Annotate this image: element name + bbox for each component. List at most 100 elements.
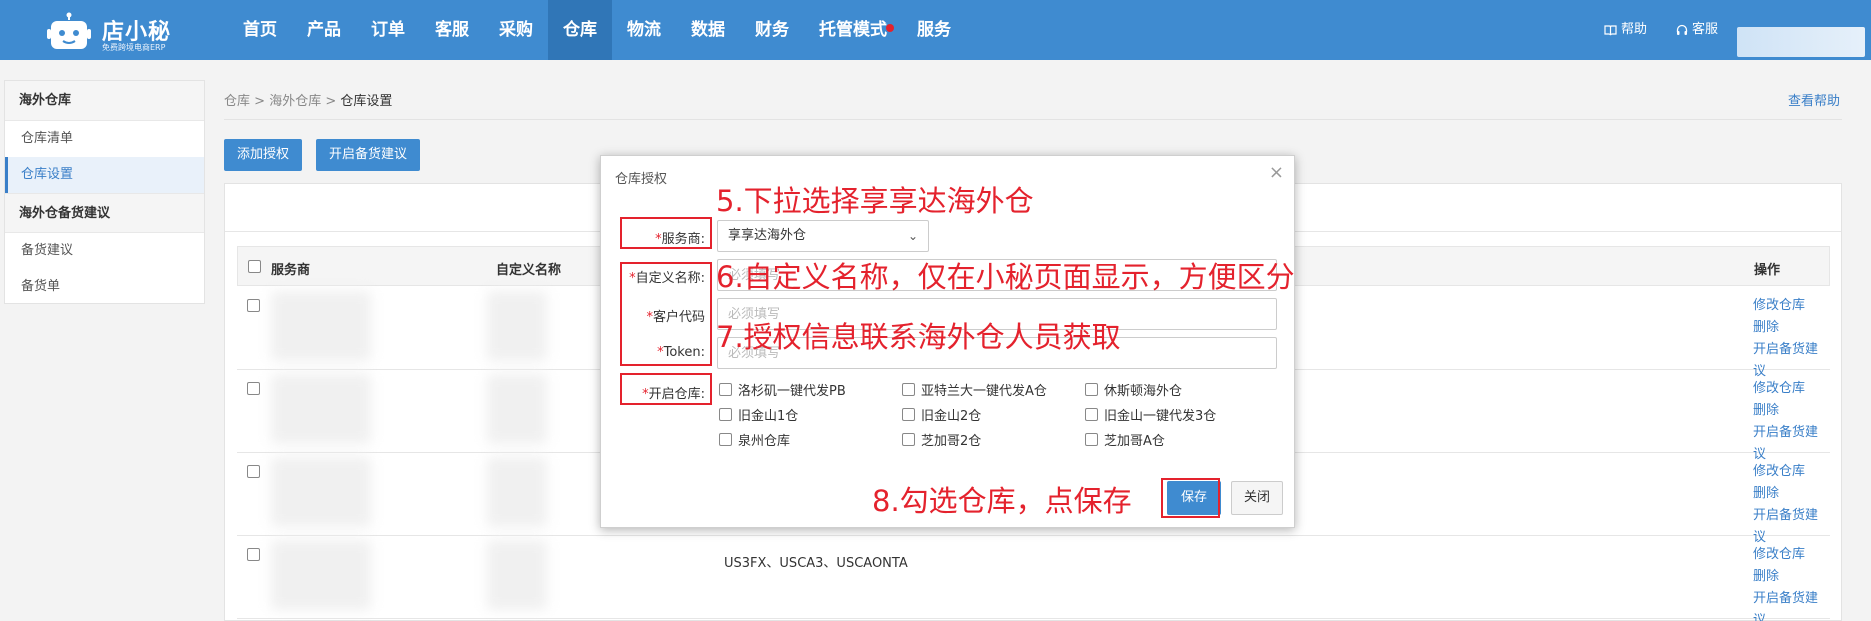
nav-logistics[interactable]: 物流 [612, 0, 676, 60]
provider-select[interactable]: 享享达海外仓 ⌄ [717, 220, 929, 252]
row-checkbox[interactable] [247, 465, 260, 478]
col-custom-name: 自定义名称 [496, 263, 562, 278]
warehouse-name: 旧金山一键代发3仓 [1104, 409, 1217, 424]
warehouse-name: 亚特兰大一键代发A仓 [921, 384, 1047, 399]
checkbox-box [902, 383, 915, 396]
row-checkbox[interactable] [247, 548, 260, 561]
close-icon[interactable]: × [1269, 162, 1284, 183]
checkbox-box [719, 433, 732, 446]
warehouse-checkbox[interactable]: 洛杉矶一键代发PB [719, 380, 846, 399]
blurred-provider [271, 374, 371, 444]
nav-customer-service[interactable]: 客服 [420, 0, 484, 60]
edit-warehouse-link[interactable]: 修改仓库 [1753, 378, 1830, 400]
nav-hosting[interactable]: 托管模式 [804, 0, 902, 60]
warehouse-name: 旧金山2仓 [921, 409, 982, 424]
annotation-step5: 5.下拉选择享享达海外仓 [716, 184, 1034, 218]
breadcrumb-item[interactable]: 仓库 [224, 94, 250, 109]
warehouse-name: 泉州仓库 [738, 434, 791, 449]
annotation-box-save [1161, 478, 1220, 518]
annotation-step6: 6.自定义名称，仅在小秘页面显示，方便区分 [716, 260, 1295, 294]
warehouse-checkbox[interactable]: 芝加哥2仓 [902, 430, 981, 449]
delete-link[interactable]: 删除 [1753, 483, 1830, 505]
blurred-name [487, 374, 547, 444]
user-account-box[interactable] [1737, 27, 1865, 57]
checkbox-box [902, 408, 915, 421]
add-authorization-button[interactable]: 添加授权 [224, 139, 303, 171]
nav-orders[interactable]: 订单 [356, 0, 420, 60]
warehouse-name: 芝加哥A仓 [1104, 434, 1165, 449]
logo-subtitle: 免费跨境电商ERP [102, 43, 166, 52]
warehouse-checkbox[interactable]: 旧金山1仓 [719, 405, 798, 424]
nav-label: 托管模式 [819, 20, 887, 40]
warehouse-checkbox[interactable]: 亚特兰大一键代发A仓 [902, 380, 1047, 399]
breadcrumb: 仓库 > 海外仓库 > 仓库设置 [224, 90, 392, 109]
book-icon [1604, 24, 1617, 35]
warehouse-name: 休斯顿海外仓 [1104, 384, 1183, 399]
blurred-name [487, 291, 547, 361]
help-link-top[interactable]: 帮助 [1604, 0, 1647, 60]
provider-selected-value: 享享达海外仓 [728, 228, 807, 243]
warehouse-checkbox[interactable]: 芝加哥A仓 [1085, 430, 1165, 449]
checkbox-box [902, 433, 915, 446]
close-button[interactable]: 关闭 [1231, 481, 1283, 515]
enable-stock-suggestion-link[interactable]: 开启备货建议 [1753, 588, 1830, 621]
warehouse-checkbox[interactable]: 泉州仓库 [719, 430, 790, 449]
breadcrumb-item[interactable]: 海外仓库 [269, 94, 321, 109]
top-navbar: 店小秘 免费跨境电商ERP 首页 产品 订单 客服 采购 仓库 物流 数据 财务… [0, 0, 1871, 60]
nav-finance[interactable]: 财务 [740, 0, 804, 60]
divider [224, 119, 1842, 120]
delete-link[interactable]: 删除 [1753, 566, 1830, 588]
nav-label: 产品 [307, 20, 341, 40]
enable-stock-suggestion-button[interactable]: 开启备货建议 [316, 139, 421, 171]
nav-products[interactable]: 产品 [292, 0, 356, 60]
view-help-link[interactable]: 查看帮助 [1788, 90, 1840, 109]
sidebar-item-warehouse-list[interactable]: 仓库清单 [5, 121, 204, 157]
notification-dot [886, 24, 894, 32]
edit-warehouse-link[interactable]: 修改仓库 [1753, 461, 1830, 483]
sidebar-item-stock-order[interactable]: 备货单 [5, 269, 204, 305]
delete-link[interactable]: 删除 [1753, 317, 1830, 339]
select-all-checkbox[interactable] [248, 260, 261, 273]
nav-home[interactable]: 首页 [228, 0, 292, 60]
warehouse-checkbox[interactable]: 旧金山一键代发3仓 [1085, 405, 1216, 424]
robot-logo-icon [47, 12, 91, 49]
delete-link[interactable]: 删除 [1753, 400, 1830, 422]
col-provider: 服务商 [271, 263, 311, 278]
warehouse-checkbox[interactable]: 旧金山2仓 [902, 405, 981, 424]
nav-label: 采购 [499, 20, 533, 40]
sidebar-item-warehouse-settings[interactable]: 仓库设置 [5, 157, 204, 193]
table-row: US3FX、USCA3、USCAONTA 修改仓库 删除 开启备货建议 [237, 536, 1830, 621]
nav-label: 仓库 [563, 20, 597, 40]
service-link-top[interactable]: 客服 [1676, 0, 1718, 60]
annotation-box-provider [620, 217, 712, 249]
nav-purchase[interactable]: 采购 [484, 0, 548, 60]
nav-services[interactable]: 服务 [902, 0, 966, 60]
nav-label: 财务 [755, 20, 789, 40]
row-checkbox[interactable] [247, 299, 260, 312]
warehouse-name: 旧金山1仓 [738, 409, 799, 424]
blurred-provider [271, 540, 371, 610]
row-checkbox[interactable] [247, 382, 260, 395]
checkbox-box [719, 383, 732, 396]
edit-warehouse-link[interactable]: 修改仓库 [1753, 295, 1830, 317]
row-warehouses: US3FX、USCA3、USCAONTA [724, 556, 908, 571]
nav-label: 服务 [917, 20, 951, 40]
checkbox-box [1085, 408, 1098, 421]
warehouse-checkbox[interactable]: 休斯顿海外仓 [1085, 380, 1182, 399]
annotation-box-warehouses [620, 373, 712, 405]
logo[interactable]: 店小秘 免费跨境电商ERP [46, 8, 176, 52]
edit-warehouse-link[interactable]: 修改仓库 [1753, 544, 1830, 566]
blurred-name [487, 457, 547, 527]
blurred-provider [271, 291, 371, 361]
nav-label: 订单 [371, 20, 405, 40]
nav-label: 物流 [627, 20, 661, 40]
checkbox-box [719, 408, 732, 421]
nav-label: 客服 [435, 20, 469, 40]
annotation-step8: 8.勾选仓库，点保存 [872, 484, 1132, 518]
nav-data[interactable]: 数据 [676, 0, 740, 60]
nav-label: 首页 [243, 20, 277, 40]
nav-warehouse[interactable]: 仓库 [548, 0, 612, 60]
blurred-provider [271, 457, 371, 527]
sidebar-item-stock-suggestion[interactable]: 备货建议 [5, 233, 204, 269]
service-label: 客服 [1692, 22, 1719, 37]
